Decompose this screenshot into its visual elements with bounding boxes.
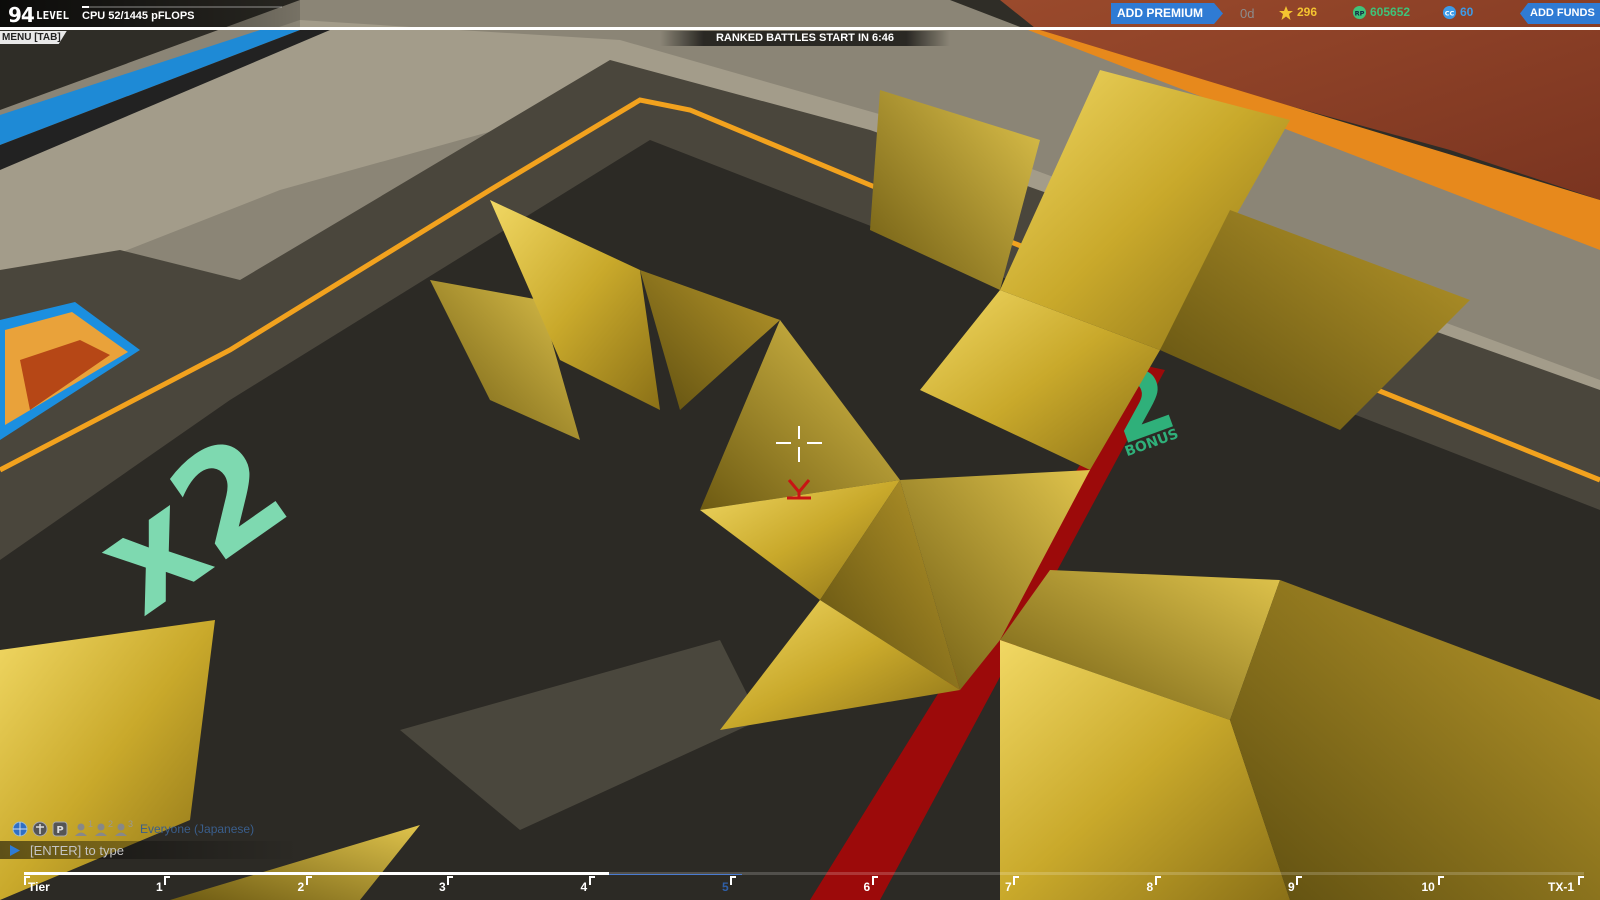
tier-label: 9: [1288, 880, 1295, 894]
tier-start-label: Tier: [28, 880, 50, 894]
add-funds-button[interactable]: ADD FUNDS: [1520, 3, 1600, 24]
svg-text:CC: CC: [1445, 10, 1455, 18]
chat-input-prompt[interactable]: [ENTER] to type: [30, 843, 124, 858]
tier-tick: [164, 876, 170, 885]
tier-tick: [24, 876, 30, 885]
tier-label: 7: [1005, 880, 1012, 894]
tier-tick: [588, 876, 595, 885]
tier-tick: [447, 876, 453, 885]
cc-icon: CC: [1442, 6, 1457, 20]
top-divider: [0, 27, 1600, 30]
tier-tick: [1154, 876, 1161, 885]
tier-label: 6: [863, 880, 871, 894]
top-hud: 94 LEVEL CPU 52/1445 pFLOPS ADD PREMIUM …: [0, 0, 1600, 30]
chat-input-row[interactable]: [ENTER] to type: [0, 841, 300, 859]
party-icon[interactable]: P: [52, 821, 68, 837]
chat-tab-number: 2: [108, 819, 114, 829]
robits-value: 605652: [1370, 5, 1411, 19]
star-icon: [1279, 6, 1293, 20]
cosmetic-credits: CC 60: [1442, 5, 1473, 20]
cpu-bar: [82, 6, 282, 8]
tier-label: 5: [722, 880, 729, 894]
tier-label: 8: [1146, 880, 1154, 894]
chat-channel-label[interactable]: Everyone (Japanese): [140, 822, 254, 836]
player-info-panel: 94 LEVEL CPU 52/1445 pFLOPS: [0, 0, 300, 28]
rank-points-value: 296: [1297, 5, 1318, 20]
rank-points: 296: [1278, 5, 1317, 21]
chat-panel: P 1 2 3 Everyone (Japanese) [ENTER] to t…: [0, 819, 300, 861]
ranked-battles-banner: RANKED BATTLES START IN 6:46: [660, 31, 950, 46]
level-number: 94: [8, 3, 35, 27]
tier-tick: [730, 876, 736, 885]
globe-icon[interactable]: [12, 821, 28, 837]
cpu-bar-fill: [82, 6, 90, 8]
tier-tick: [305, 876, 312, 885]
tier-tick: [871, 876, 878, 885]
menu-tab-button[interactable]: MENU [TAB]: [0, 31, 67, 44]
svg-text:P: P: [56, 825, 63, 836]
tier-label: 10: [1421, 880, 1435, 894]
svg-text:RP: RP: [1355, 10, 1365, 18]
chat-tabs: P 1 2 3 Everyone (Japanese): [8, 819, 288, 837]
tier-tick: [1578, 876, 1584, 885]
tier-current-fill: [609, 874, 742, 875]
tier-progress-fill: [24, 872, 609, 875]
faction-icon[interactable]: [32, 821, 48, 837]
tier-tick: [1296, 876, 1302, 885]
tier-label: 3: [439, 880, 446, 894]
chat-tab-number: 1: [88, 819, 94, 829]
premium-days: 0d: [1240, 6, 1255, 21]
tier-label: 2: [297, 880, 305, 894]
crosshair-icon: [776, 426, 822, 500]
robits-icon: RP: [1352, 6, 1367, 20]
level-label: LEVEL: [36, 9, 70, 22]
chat-tab-number: 3: [128, 819, 134, 829]
cpu-readout: CPU 52/1445 pFLOPS: [82, 10, 195, 22]
tier-label: 4: [580, 880, 588, 894]
tier-label: 1: [156, 880, 163, 894]
add-premium-button[interactable]: ADD PREMIUM: [1111, 3, 1223, 24]
robits-balance: RP 605652: [1352, 5, 1410, 20]
tier-progress-bar: Tier 1 2 3 4 5 6 7 8 9 10 TX-1: [24, 868, 1584, 898]
tier-end-label: TX-1: [1548, 880, 1575, 894]
tier-tick: [1437, 876, 1444, 885]
cc-value: 60: [1460, 5, 1474, 19]
chat-arrow-icon: [10, 845, 20, 856]
tier-tick: [1013, 876, 1019, 885]
